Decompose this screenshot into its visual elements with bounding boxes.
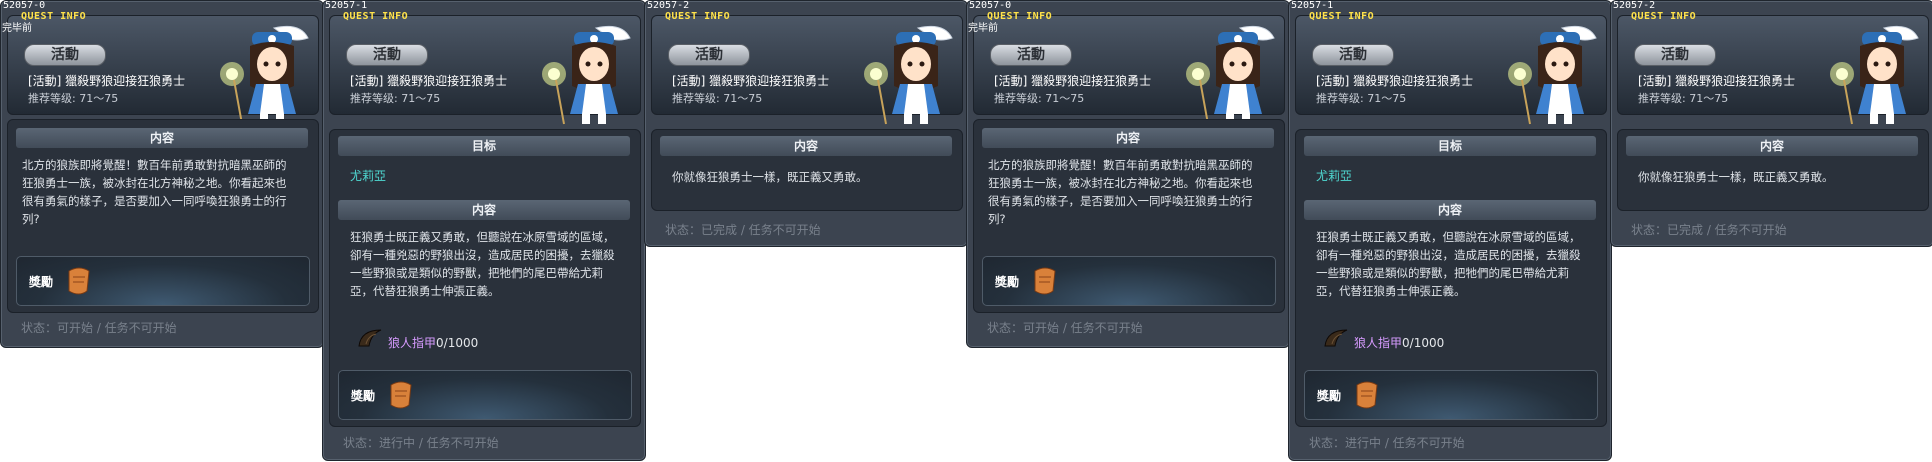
- quest-info-label: QUEST INFO: [987, 11, 1053, 22]
- quest-status: 状态：可开始 / 任务不可开始: [21, 321, 177, 335]
- quest-intro-text: 北方的狼族即將覺醒！數百年前勇敢對抗暗黑巫師的狂狼勇士一族，被冰封在北方神秘之地…: [988, 158, 1253, 226]
- quest-body: 内容 北方的狼族即將覺醒！數百年前勇敢對抗暗黑巫師的狂狼勇士一族，被冰封在北方神…: [7, 119, 319, 313]
- event-badge: 活動: [668, 44, 750, 66]
- quest-header: 活動 [活動] 獵殺野狼迎接狂狼勇士 推荐等级: 71～75: [1295, 15, 1607, 125]
- item-name: 狼人指甲: [1354, 336, 1403, 350]
- scroll-icon: [1356, 381, 1378, 409]
- quest-info-label: QUEST INFO: [1309, 11, 1375, 22]
- content-header: 内容: [1304, 200, 1596, 220]
- quest-id: 52057-0: [3, 0, 46, 11]
- reward-box: 獎勵: [338, 370, 632, 420]
- quest-header: 活動 [活動] 獵殺野狼迎接狂狼勇士 推荐等级: 71～75: [973, 15, 1285, 125]
- quest-panel-1: 活動 [活動] 獵殺野狼迎接狂狼勇士 推荐等级: 71～75 52057-1 Q…: [322, 0, 646, 461]
- quest-status: 状态：可开始 / 任务不可开始: [987, 321, 1143, 335]
- npc-girl-icon: [1508, 25, 1597, 125]
- recommended-level: 推荐等级: 71～75: [350, 92, 441, 105]
- quest-intro-text: 北方的狼族即將覺醒！數百年前勇敢對抗暗黑巫師的狂狼勇士一族，被冰封在北方神秘之地…: [22, 158, 287, 226]
- quest-body: 内容 北方的狼族即將覺醒！數百年前勇敢對抗暗黑巫師的狂狼勇士一族，被冰封在北方神…: [973, 119, 1285, 313]
- recommended-level: 推荐等级: 71～75: [994, 92, 1085, 105]
- content-header: 内容: [982, 128, 1274, 148]
- quest-info-label: QUEST INFO: [665, 11, 731, 22]
- quest-title: [活動] 獵殺野狼迎接狂狼勇士: [994, 74, 1152, 88]
- npc-girl-icon: [1186, 25, 1275, 125]
- quest-title: [活動] 獵殺野狼迎接狂狼勇士: [350, 74, 508, 88]
- quest-title: [活動] 獵殺野狼迎接狂狼勇士: [28, 74, 186, 88]
- quest-body: 目标 尤莉亞 内容 狂狼勇士既正義又勇敢，但聽說在冰原雪域的區域，卻有一種兇惡的…: [329, 129, 641, 427]
- wolf-claw-icon: [1324, 329, 1348, 347]
- quest-id: 52057-0: [969, 0, 1012, 11]
- reward-label: 獎勵: [1317, 389, 1342, 403]
- wolf-claw-icon: [358, 329, 382, 347]
- quest-body: 内容 你就像狂狼勇士一樣，既正義又勇敢。: [651, 129, 963, 211]
- event-badge: 活動: [990, 44, 1072, 66]
- scroll-icon: [390, 381, 412, 409]
- reward-box: 獎勵: [1304, 370, 1598, 420]
- quest-panel-5: 活動 [活動] 獵殺野狼迎接狂狼勇士 推荐等级: 71～75 52057-2 Q…: [1610, 0, 1932, 247]
- reward-label: 獎勵: [995, 275, 1020, 289]
- quest-body: 目标 尤莉亞 内容 狂狼勇士既正義又勇敢，但聽說在冰原雪域的區域，卻有一種兇惡的…: [1295, 129, 1607, 427]
- quest-body: 内容 你就像狂狼勇士一樣，既正義又勇敢。: [1617, 129, 1929, 211]
- npc-girl-icon: [1830, 25, 1919, 125]
- quest-title: [活動] 獵殺野狼迎接狂狼勇士: [672, 74, 830, 88]
- quest-header: 活動 [活動] 獵殺野狼迎接狂狼勇士 推荐等级: 71～75: [651, 15, 963, 125]
- quest-info-label: QUEST INFO: [21, 11, 87, 22]
- quest-id: 52057-1: [1291, 0, 1334, 11]
- recommended-level: 推荐等级: 71～75: [1638, 92, 1729, 105]
- npc-girl-icon: [542, 25, 631, 125]
- required-item: 狼人指甲0/1000: [388, 334, 478, 352]
- quest-title: [活動] 獵殺野狼迎接狂狼勇士: [1316, 74, 1474, 88]
- event-badge: 活動: [1634, 44, 1716, 66]
- recommended-level: 推荐等级: 71～75: [28, 92, 119, 105]
- recommended-level: 推荐等级: 71～75: [1316, 92, 1407, 105]
- quest-desc-text: 狂狼勇士既正義又勇敢，但聽說在冰原雪域的區域，卻有一種兇惡的野狼出沒，造成居民的…: [1316, 230, 1581, 298]
- reward-box: 獎勵: [16, 256, 310, 306]
- quest-title: [活動] 獵殺野狼迎接狂狼勇士: [1638, 74, 1796, 88]
- required-item: 狼人指甲0/1000: [1354, 334, 1444, 352]
- quest-status: 状态：进行中 / 任务不可开始: [343, 436, 499, 450]
- scroll-icon: [1034, 267, 1056, 295]
- reward-label: 獎勵: [351, 389, 376, 403]
- event-badge: 活動: [346, 44, 428, 66]
- quest-id: 52057-2: [647, 0, 690, 11]
- goal-npc-name: 尤莉亞: [1316, 169, 1353, 183]
- npc-girl-icon: [864, 25, 953, 125]
- quest-status: 状态：进行中 / 任务不可开始: [1309, 436, 1465, 450]
- event-badge: 活動: [24, 44, 106, 66]
- reward-label: 獎勵: [29, 275, 54, 289]
- quest-stage: 完毕前: [2, 23, 32, 34]
- goal-header: 目标: [338, 136, 630, 156]
- quest-header: 活動 [活動] 獵殺野狼迎接狂狼勇士 推荐等级: 71～75: [1617, 15, 1929, 125]
- npc-girl-icon: [220, 25, 309, 125]
- scroll-icon: [68, 267, 90, 295]
- content-header: 内容: [1626, 136, 1918, 156]
- quest-panel-3: 活動 [活動] 獵殺野狼迎接狂狼勇士 推荐等级: 71～75 52057-0 Q…: [966, 0, 1290, 348]
- quest-status: 状态：已完成 / 任务不可开始: [665, 223, 821, 237]
- quest-panel-4: 活動 [活動] 獵殺野狼迎接狂狼勇士 推荐等级: 71～75 52057-1 Q…: [1288, 0, 1612, 461]
- quest-id: 52057-2: [1613, 0, 1656, 11]
- goal-npc-name: 尤莉亞: [350, 169, 387, 183]
- quest-content-text: 你就像狂狼勇士一樣，既正義又勇敢。: [672, 170, 868, 184]
- quest-header: 活動 [活動] 獵殺野狼迎接狂狼勇士 推荐等级: 71～75: [7, 15, 319, 125]
- quest-desc-text: 狂狼勇士既正義又勇敢，但聽說在冰原雪域的區域，卻有一種兇惡的野狼出沒，造成居民的…: [350, 230, 615, 298]
- quest-id: 52057-1: [325, 0, 368, 11]
- quest-panel-0: 活動 [活動] 獵殺野狼迎接狂狼勇士 推荐等级: 71～75 52057-0 Q…: [0, 0, 324, 348]
- quest-panel-2: 活動 [活動] 獵殺野狼迎接狂狼勇士 推荐等级: 71～75 52057-2 Q…: [644, 0, 968, 247]
- quest-header: 活動 [活動] 獵殺野狼迎接狂狼勇士 推荐等级: 71～75: [329, 15, 641, 125]
- content-header: 内容: [660, 136, 952, 156]
- item-name: 狼人指甲: [388, 336, 437, 350]
- recommended-level: 推荐等级: 71～75: [672, 92, 763, 105]
- content-header: 内容: [338, 200, 630, 220]
- reward-box: 獎勵: [982, 256, 1276, 306]
- quest-status: 状态：已完成 / 任务不可开始: [1631, 223, 1787, 237]
- quest-info-label: QUEST INFO: [1631, 11, 1697, 22]
- quest-content-text: 你就像狂狼勇士一樣，既正義又勇敢。: [1638, 170, 1834, 184]
- quest-stage: 完毕前: [968, 23, 998, 34]
- content-header: 内容: [16, 128, 308, 148]
- item-count: 0/1000: [1402, 336, 1445, 350]
- item-count: 0/1000: [436, 336, 479, 350]
- event-badge: 活動: [1312, 44, 1394, 66]
- goal-header: 目标: [1304, 136, 1596, 156]
- quest-info-label: QUEST INFO: [343, 11, 409, 22]
